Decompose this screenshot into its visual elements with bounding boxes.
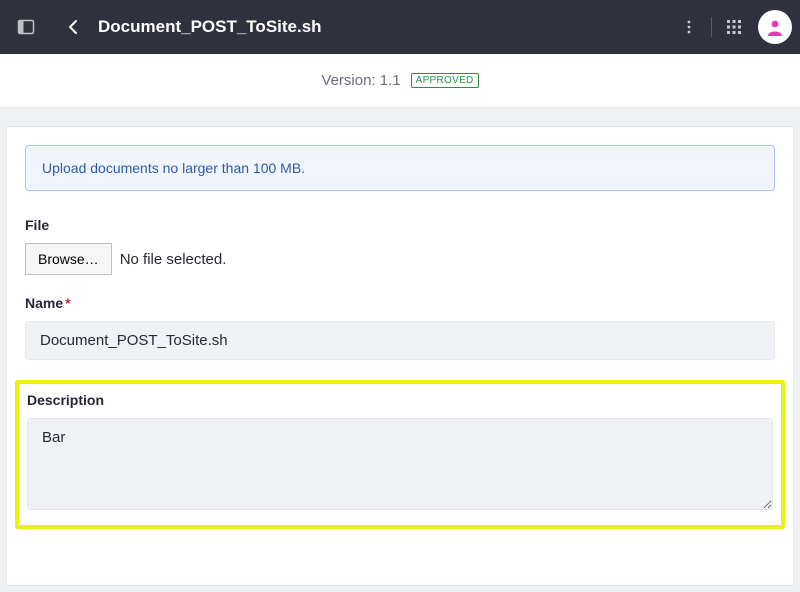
name-label: Name*	[25, 295, 775, 311]
name-input[interactable]	[25, 321, 775, 360]
apps-grid-icon	[726, 19, 742, 35]
description-field-group: Description	[27, 392, 773, 515]
file-label: File	[25, 217, 775, 233]
user-avatar[interactable]	[758, 10, 792, 44]
page-title: Document_POST_ToSite.sh	[98, 17, 322, 37]
name-field-group: Name*	[25, 295, 775, 360]
panel-toggle-button[interactable]	[8, 9, 44, 45]
top-bar: Document_POST_ToSite.sh	[0, 0, 800, 54]
browse-button[interactable]: Browse…	[25, 243, 112, 275]
chevron-left-icon	[66, 19, 82, 35]
more-actions-button[interactable]	[671, 9, 707, 45]
form-panel: Upload documents no larger than 100 MB. …	[6, 126, 794, 586]
apps-button[interactable]	[716, 9, 752, 45]
status-badge: APPROVED	[411, 73, 479, 88]
version-label: Version: 1.1	[321, 72, 400, 89]
description-textarea[interactable]	[27, 418, 773, 510]
description-highlight: Description	[15, 380, 785, 529]
separator	[711, 17, 712, 37]
info-banner: Upload documents no larger than 100 MB.	[25, 145, 775, 191]
back-button[interactable]	[56, 9, 92, 45]
panel-toggle-icon	[17, 18, 35, 36]
kebab-icon	[681, 19, 697, 35]
version-strip: Version: 1.1 APPROVED	[0, 54, 800, 108]
required-indicator: *	[65, 295, 70, 311]
file-field-group: File Browse… No file selected.	[25, 217, 775, 275]
user-icon	[764, 16, 786, 38]
name-label-text: Name	[25, 295, 63, 311]
description-label: Description	[27, 392, 773, 408]
file-status-text: No file selected.	[120, 251, 227, 268]
content-area: Upload documents no larger than 100 MB. …	[0, 108, 800, 592]
